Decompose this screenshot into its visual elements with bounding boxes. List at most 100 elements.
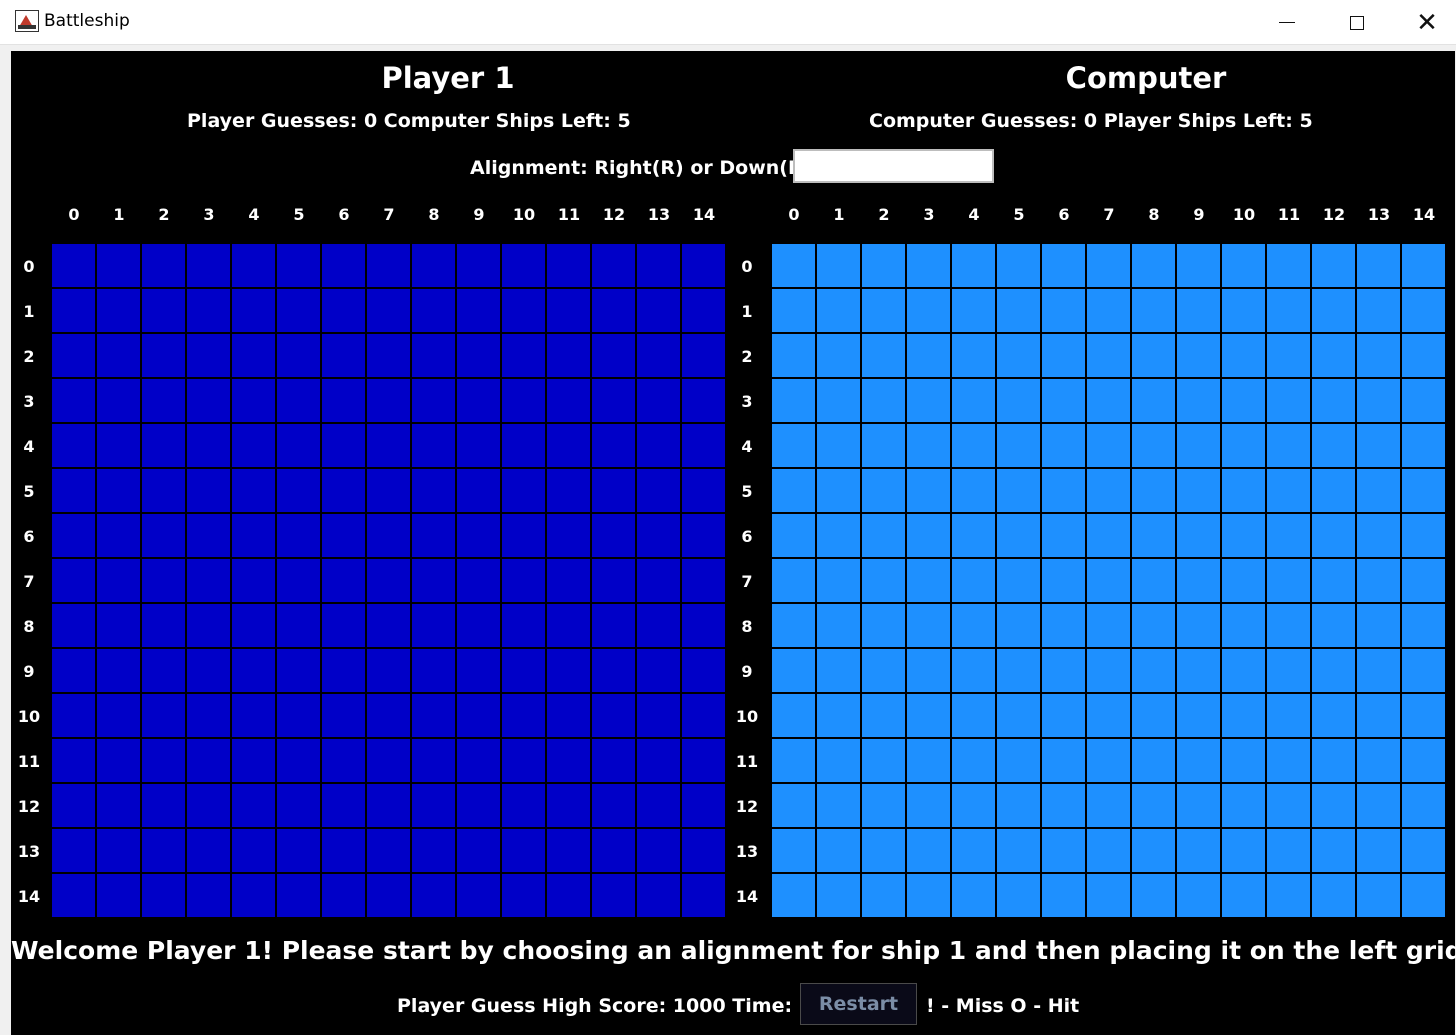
computer-grid-cell[interactable] [1402, 289, 1447, 334]
player-grid-cell[interactable] [142, 424, 187, 469]
computer-grid-cell[interactable] [862, 559, 907, 604]
player-grid-cell[interactable] [592, 334, 637, 379]
computer-grid-cell[interactable] [817, 694, 862, 739]
player-grid-cell[interactable] [592, 424, 637, 469]
player-grid-cell[interactable] [637, 334, 682, 379]
player-grid-cell[interactable] [637, 514, 682, 559]
computer-grid-cell[interactable] [862, 334, 907, 379]
player-grid-cell[interactable] [367, 739, 412, 784]
player-grid-cell[interactable] [232, 649, 277, 694]
player-grid-cell[interactable] [232, 784, 277, 829]
computer-grid-cell[interactable] [1312, 424, 1357, 469]
player-grid-cell[interactable] [547, 244, 592, 289]
computer-grid-cell[interactable] [1177, 649, 1222, 694]
computer-grid-cell[interactable] [1177, 289, 1222, 334]
player-grid-cell[interactable] [502, 649, 547, 694]
player-grid-cell[interactable] [142, 694, 187, 739]
computer-grid-cell[interactable] [952, 604, 997, 649]
computer-grid-cell[interactable] [1042, 739, 1087, 784]
player-grid-cell[interactable] [457, 379, 502, 424]
player-grid-cell[interactable] [592, 874, 637, 919]
computer-grid-cell[interactable] [1087, 334, 1132, 379]
player-grid-cell[interactable] [277, 874, 322, 919]
player-grid-cell[interactable] [142, 649, 187, 694]
computer-grid-cell[interactable] [1132, 649, 1177, 694]
player-grid-cell[interactable] [187, 424, 232, 469]
computer-grid-cell[interactable] [1402, 829, 1447, 874]
player-grid-cell[interactable] [142, 379, 187, 424]
player-grid-cell[interactable] [97, 289, 142, 334]
computer-grid-cell[interactable] [817, 874, 862, 919]
computer-grid-cell[interactable] [1132, 469, 1177, 514]
player-grid-cell[interactable] [637, 559, 682, 604]
computer-grid-cell[interactable] [1312, 469, 1357, 514]
player-grid-cell[interactable] [97, 334, 142, 379]
computer-grid-cell[interactable] [1132, 379, 1177, 424]
player-grid-cell[interactable] [592, 649, 637, 694]
computer-grid-cell[interactable] [1267, 649, 1312, 694]
player-grid-cell[interactable] [322, 289, 367, 334]
computer-grid-cell[interactable] [772, 514, 817, 559]
player-grid-cell[interactable] [547, 334, 592, 379]
player-grid-cell[interactable] [232, 694, 277, 739]
computer-grid-cell[interactable] [1312, 829, 1357, 874]
computer-grid-cell[interactable] [772, 829, 817, 874]
player-grid-cell[interactable] [52, 874, 97, 919]
computer-grid-cell[interactable] [1402, 424, 1447, 469]
player-grid-cell[interactable] [457, 244, 502, 289]
player-grid-cell[interactable] [682, 514, 727, 559]
player-grid-cell[interactable] [367, 604, 412, 649]
computer-grid-cell[interactable] [1087, 784, 1132, 829]
computer-grid-cell[interactable] [1312, 784, 1357, 829]
player-grid-cell[interactable] [547, 694, 592, 739]
computer-grid-cell[interactable] [1402, 469, 1447, 514]
computer-grid-cell[interactable] [1042, 694, 1087, 739]
computer-grid-cell[interactable] [1402, 784, 1447, 829]
player-grid-cell[interactable] [457, 604, 502, 649]
player-grid-cell[interactable] [457, 559, 502, 604]
computer-grid-cell[interactable] [997, 559, 1042, 604]
player-grid-cell[interactable] [142, 559, 187, 604]
player-grid-cell[interactable] [637, 469, 682, 514]
computer-grid-cell[interactable] [1087, 424, 1132, 469]
computer-grid-cell[interactable] [1132, 829, 1177, 874]
computer-grid-cell[interactable] [817, 604, 862, 649]
computer-grid-cell[interactable] [1402, 559, 1447, 604]
player-grid-cell[interactable] [322, 649, 367, 694]
player-grid-cell[interactable] [277, 829, 322, 874]
player-grid-cell[interactable] [547, 289, 592, 334]
computer-grid-cell[interactable] [1087, 829, 1132, 874]
computer-grid-cell[interactable] [1357, 784, 1402, 829]
computer-grid-cell[interactable] [1087, 469, 1132, 514]
computer-grid-cell[interactable] [1177, 784, 1222, 829]
computer-grid-cell[interactable] [817, 739, 862, 784]
player-grid-cell[interactable] [187, 334, 232, 379]
computer-grid-cell[interactable] [1177, 874, 1222, 919]
computer-grid-cell[interactable] [907, 334, 952, 379]
computer-grid-cell[interactable] [1222, 289, 1267, 334]
computer-grid-cell[interactable] [1222, 424, 1267, 469]
computer-grid-cell[interactable] [1312, 739, 1357, 784]
computer-grid-cell[interactable] [1402, 874, 1447, 919]
player-grid-cell[interactable] [142, 604, 187, 649]
player-grid-cell[interactable] [367, 334, 412, 379]
player-grid-cell[interactable] [322, 694, 367, 739]
computer-grid-cell[interactable] [1267, 244, 1312, 289]
computer-grid-cell[interactable] [862, 784, 907, 829]
computer-grid-cell[interactable] [1222, 604, 1267, 649]
computer-grid-cell[interactable] [817, 784, 862, 829]
player-grid-cell[interactable] [277, 244, 322, 289]
computer-grid-cell[interactable] [1222, 694, 1267, 739]
player-grid-cell[interactable] [457, 334, 502, 379]
computer-grid-cell[interactable] [1267, 379, 1312, 424]
player-grid-cell[interactable] [682, 334, 727, 379]
player-grid-cell[interactable] [52, 784, 97, 829]
computer-grid-cell[interactable] [1267, 514, 1312, 559]
player-grid-cell[interactable] [682, 469, 727, 514]
computer-grid-cell[interactable] [997, 649, 1042, 694]
computer-grid-cell[interactable] [1177, 334, 1222, 379]
player-grid-cell[interactable] [412, 559, 457, 604]
computer-grid-cell[interactable] [1402, 379, 1447, 424]
computer-grid-cell[interactable] [1402, 334, 1447, 379]
player-grid-cell[interactable] [277, 559, 322, 604]
